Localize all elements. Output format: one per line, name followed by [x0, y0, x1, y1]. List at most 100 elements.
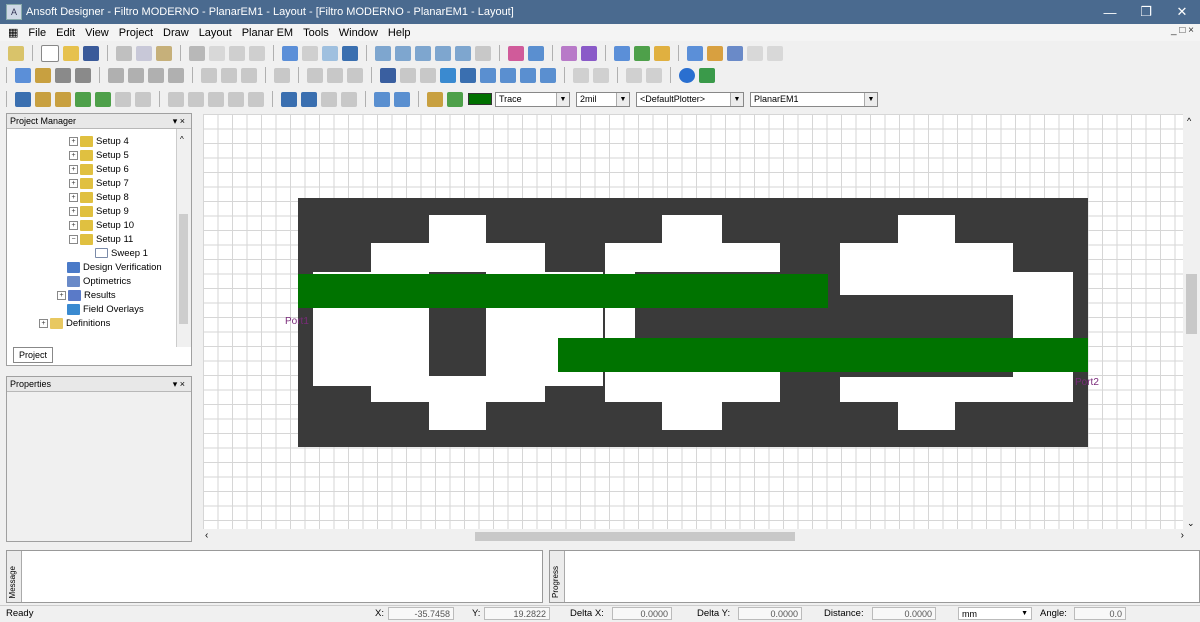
- group-icon[interactable]: [307, 67, 323, 83]
- expand-icon[interactable]: +: [69, 150, 78, 160]
- boolean-subtract-icon[interactable]: [221, 67, 237, 83]
- width-select[interactable]: 2mil ▼: [576, 91, 630, 107]
- port-icon[interactable]: [679, 67, 695, 83]
- port2-label[interactable]: Port2: [1075, 377, 1099, 388]
- microstrip-trace-1[interactable]: [298, 274, 828, 308]
- expand-icon[interactable]: +: [69, 220, 78, 230]
- scroll-up-icon[interactable]: ^: [180, 135, 184, 144]
- arrow-right-icon[interactable]: [646, 67, 662, 83]
- boolean-unite-icon[interactable]: [201, 67, 217, 83]
- port1-label[interactable]: Port1: [285, 316, 309, 327]
- analyze-icon[interactable]: [508, 45, 524, 61]
- expand-icon[interactable]: +: [57, 290, 66, 300]
- select-vertex-icon[interactable]: [400, 67, 416, 83]
- flip-icon[interactable]: [274, 67, 290, 83]
- ungroup-icon[interactable]: [327, 67, 343, 83]
- scroll-down-icon[interactable]: ⌄: [1187, 518, 1195, 529]
- undo-icon[interactable]: [229, 45, 245, 61]
- ports-icon[interactable]: [727, 45, 743, 61]
- results-icon[interactable]: [654, 45, 670, 61]
- horizontal-scroll-thumb[interactable]: [475, 532, 795, 541]
- menu-window[interactable]: Window: [334, 27, 383, 39]
- component-icon[interactable]: [55, 91, 71, 107]
- net-icon[interactable]: [75, 91, 91, 107]
- pan-icon[interactable]: [302, 45, 318, 61]
- paste-icon[interactable]: [156, 45, 172, 61]
- chevron-down-icon[interactable]: ▼: [864, 92, 877, 106]
- chevron-down-icon[interactable]: ▼: [616, 92, 629, 106]
- microstrip-trace-2[interactable]: [558, 338, 1088, 372]
- report-icon[interactable]: [561, 45, 577, 61]
- tree-item-results[interactable]: + Results: [57, 288, 116, 302]
- view-3d-icon[interactable]: [301, 91, 317, 107]
- menu-help[interactable]: Help: [383, 27, 416, 39]
- mirror-icon[interactable]: [228, 91, 244, 107]
- measure-icon[interactable]: [108, 67, 124, 83]
- tree-item-setup-5[interactable]: + Setup 5: [69, 148, 129, 162]
- anchor-icon[interactable]: [168, 91, 184, 107]
- tree-item-setup-9[interactable]: + Setup 9: [69, 204, 129, 218]
- design-select[interactable]: PlanarEM1 ▼: [750, 91, 878, 107]
- doc-menu-icon[interactable]: ▦: [0, 26, 23, 39]
- hand-icon[interactable]: [475, 45, 491, 61]
- layer-icon[interactable]: [687, 45, 703, 61]
- chevron-down-icon[interactable]: ▼: [730, 92, 743, 106]
- print-icon[interactable]: [189, 45, 205, 61]
- delete-icon[interactable]: [209, 45, 225, 61]
- menu-view[interactable]: View: [80, 27, 114, 39]
- menu-planar-em[interactable]: Planar EM: [237, 27, 298, 39]
- layer-filter-icon[interactable]: [394, 91, 410, 107]
- boundary-icon[interactable]: [747, 45, 763, 61]
- rotate-icon[interactable]: [208, 91, 224, 107]
- tree-scrollbar[interactable]: ^: [176, 129, 191, 347]
- snap-icon[interactable]: [168, 67, 184, 83]
- draw-polyline-icon[interactable]: [55, 67, 71, 83]
- canvas-vertical-scrollbar[interactable]: ^ ⌄: [1183, 114, 1200, 544]
- move-icon[interactable]: [322, 45, 338, 61]
- validate-icon[interactable]: [614, 45, 630, 61]
- layout-grid-icon[interactable]: [15, 91, 31, 107]
- tree-item-setup-4[interactable]: + Setup 4: [69, 134, 129, 148]
- polygon-icon[interactable]: [480, 67, 496, 83]
- expand-icon[interactable]: +: [69, 192, 78, 202]
- dimension-icon[interactable]: [573, 67, 589, 83]
- draw-line-icon[interactable]: [15, 67, 31, 83]
- menu-layout[interactable]: Layout: [194, 27, 237, 39]
- path-icon[interactable]: [500, 67, 516, 83]
- bond-icon[interactable]: [135, 91, 151, 107]
- boolean-intersect-icon[interactable]: [241, 67, 257, 83]
- vertical-scroll-thumb[interactable]: [1186, 274, 1197, 334]
- text-icon[interactable]: [540, 67, 556, 83]
- zoom-in-icon[interactable]: [375, 45, 391, 61]
- via-icon[interactable]: [520, 67, 536, 83]
- expand-icon[interactable]: +: [69, 178, 78, 188]
- layer-up-icon[interactable]: [427, 91, 443, 107]
- copy-icon[interactable]: [136, 45, 152, 61]
- ruler-icon[interactable]: [321, 91, 337, 107]
- tree-item-setup-8[interactable]: + Setup 8: [69, 190, 129, 204]
- panel-controls[interactable]: ▾ ×: [173, 379, 185, 390]
- align-icon[interactable]: [128, 67, 144, 83]
- open-icon[interactable]: [63, 45, 79, 61]
- scroll-right-icon[interactable]: ›: [1181, 530, 1184, 541]
- view-top-icon[interactable]: [281, 91, 297, 107]
- tree-item-field-overlays[interactable]: Field Overlays: [67, 302, 144, 316]
- tree-item-setup-11[interactable]: − Setup 11: [69, 232, 133, 246]
- redo-icon[interactable]: [249, 45, 265, 61]
- angle-dim-icon[interactable]: [593, 67, 609, 83]
- plotter-select[interactable]: <DefaultPlotter> ▼: [636, 91, 744, 107]
- distribute-icon[interactable]: [148, 67, 164, 83]
- stackup-icon[interactable]: [707, 45, 723, 61]
- tree-item-setup-7[interactable]: + Setup 7: [69, 176, 129, 190]
- pin-icon[interactable]: [115, 91, 131, 107]
- new-icon[interactable]: [41, 44, 59, 62]
- close-button[interactable]: ✕: [1164, 0, 1200, 24]
- pointer-icon[interactable]: [380, 67, 396, 83]
- panel-controls[interactable]: ▾ ×: [173, 116, 185, 127]
- restore-button[interactable]: ❐: [1128, 0, 1164, 24]
- layer-select[interactable]: Trace ▼: [495, 91, 570, 107]
- help-icon[interactable]: [8, 45, 24, 61]
- chevron-down-icon[interactable]: ▼: [1021, 610, 1028, 617]
- menu-file[interactable]: File: [23, 27, 51, 39]
- save-icon[interactable]: [83, 45, 99, 61]
